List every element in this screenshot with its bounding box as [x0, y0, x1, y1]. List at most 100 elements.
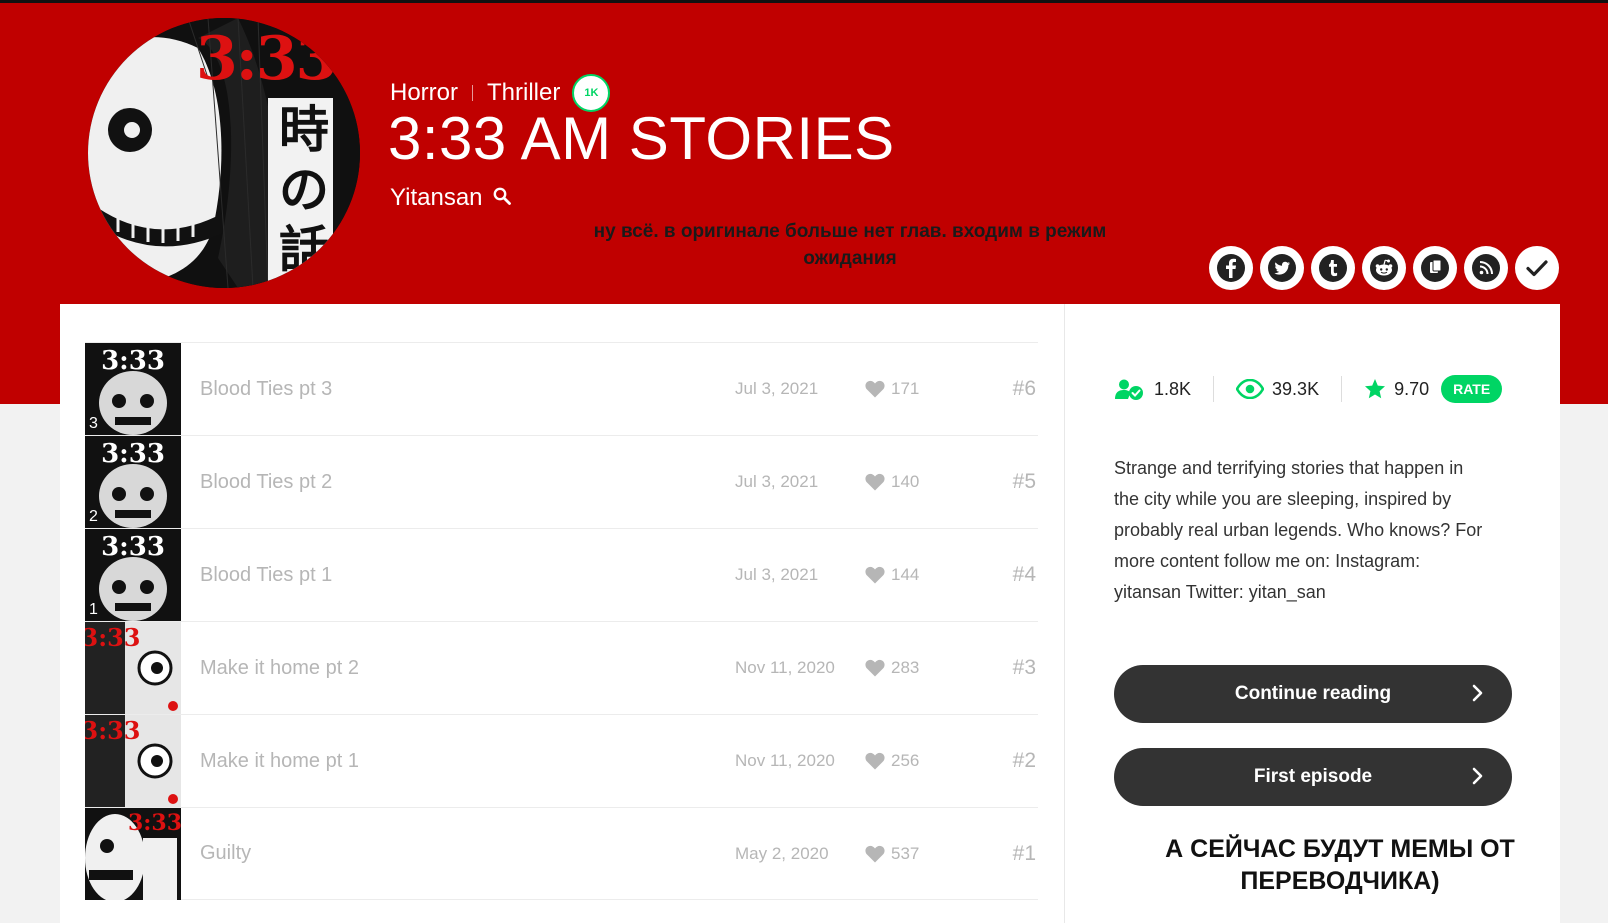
episode-likes: 140 — [865, 472, 919, 492]
cover-kanji-3: 話 — [279, 221, 329, 279]
episode-title: Blood Ties pt 2 — [200, 470, 333, 493]
episode-thumbnail: 3:33 3 — [85, 343, 181, 435]
heart-icon — [865, 473, 885, 491]
copy-icon[interactable] — [1413, 246, 1457, 290]
episode-thumbnail: 3:33 2 — [85, 436, 181, 528]
episode-list: 3:33 3 Blood Ties pt 3 Jul 3, 2021 171 #… — [85, 342, 1038, 900]
panel-divider — [1064, 304, 1065, 923]
cover-kanji-2: の — [279, 161, 329, 219]
genre-thriller-link[interactable]: Thriller — [487, 79, 560, 107]
likes-count: 256 — [891, 751, 920, 770]
eye-icon — [1236, 379, 1265, 399]
genre-divider — [472, 85, 474, 101]
heart-icon — [865, 845, 885, 862]
series-cover: 3:33 時 の 話 — [88, 18, 360, 288]
tumblr-icon[interactable] — [1311, 246, 1355, 290]
episode-number: #3 — [1012, 656, 1036, 679]
rate-button[interactable]: RATE — [1441, 375, 1503, 403]
svg-text:3:33: 3:33 — [128, 810, 181, 836]
episode-likes: 171 — [865, 379, 919, 399]
episode-likes: 537 — [865, 844, 919, 864]
episode-number: #5 — [1012, 470, 1036, 493]
subscribers-icon — [1115, 379, 1143, 400]
first-episode-label: First episode — [1253, 766, 1373, 787]
genre-horror-link[interactable]: Horror — [390, 79, 458, 107]
episode-number: #6 — [1012, 377, 1036, 400]
episode-date: Jul 3, 2021 — [735, 565, 819, 584]
series-description: Strange and terrifying stories that happ… — [1114, 458, 1483, 602]
svg-text:3:33: 3:33 — [101, 532, 165, 562]
episode-thumbnail: 3:33 1 — [85, 529, 181, 621]
episode-date: Nov 11, 2020 — [735, 751, 835, 770]
likes-count: 140 — [891, 472, 920, 491]
subscribers-count: 1.8K — [1154, 378, 1192, 399]
continue-reading-label: Continue reading — [1234, 683, 1392, 704]
author-name: Yitansan — [390, 184, 483, 211]
episode-title: Make it home pt 2 — [200, 656, 359, 679]
episode-number: #2 — [1012, 749, 1036, 772]
heart-icon — [865, 380, 885, 398]
author-link[interactable]: Yitansan — [390, 184, 511, 212]
series-title: 3:33 AM STORIES — [388, 105, 895, 172]
likes-count: 171 — [891, 379, 920, 398]
cover-kanji-1: 時 — [279, 101, 329, 159]
svg-text:3:33: 3:33 — [101, 346, 165, 376]
episode-row[interactable]: 3:33 Make it home pt 1 Nov 11, 2020 256 … — [85, 714, 1038, 807]
episode-date: Nov 11, 2020 — [735, 658, 835, 677]
continue-reading-button[interactable]: Continue reading — [1114, 665, 1512, 723]
facebook-icon[interactable] — [1209, 246, 1253, 290]
episode-title: Make it home pt 1 — [200, 749, 359, 772]
heart-icon — [865, 659, 885, 677]
first-episode-button[interactable]: First episode — [1114, 748, 1512, 806]
cover-number: 3:33 — [196, 24, 337, 94]
likes-count: 144 — [891, 565, 920, 584]
episode-row[interactable]: 3:33 Guilty May 2, 2020 537 #1 — [85, 807, 1038, 900]
subscribers-stat: 1.8K — [1114, 378, 1191, 400]
svg-text:3:33: 3:33 — [85, 623, 140, 652]
episode-number: #1 — [1012, 841, 1036, 865]
twitter-icon[interactable] — [1260, 246, 1304, 290]
episode-number: #4 — [1012, 563, 1036, 586]
episode-date: May 2, 2020 — [735, 843, 829, 863]
cover-kanji: 時 の 話 — [276, 100, 332, 280]
episode-row[interactable]: 3:33 1 Blood Ties pt 1 Jul 3, 2021 144 #… — [85, 528, 1038, 621]
reddit-icon[interactable] — [1362, 246, 1406, 290]
check-icon[interactable] — [1515, 246, 1559, 290]
rating-value: 9.70 — [1394, 378, 1430, 399]
search-icon[interactable] — [493, 184, 511, 212]
svg-text:3:33: 3:33 — [101, 439, 165, 469]
episode-date: Jul 3, 2021 — [735, 379, 819, 398]
share-bar — [1209, 246, 1559, 290]
heart-icon — [865, 752, 885, 770]
series-stats: 1.8K 39.3K 9.70 RATE — [1114, 375, 1503, 403]
views-stat: 39.3K — [1236, 379, 1319, 400]
thumb-part-digit: 2 — [89, 508, 98, 525]
memes-note: А СЕЙЧАС БУДУТ МЕМЫ ОТ ПЕРЕВОДЧИКА) — [1165, 835, 1515, 895]
episode-title: Guilty — [200, 842, 252, 864]
views-count: 39.3K — [1272, 378, 1320, 399]
episode-row[interactable]: 3:33 3 Blood Ties pt 3 Jul 3, 2021 171 #… — [85, 342, 1038, 435]
episode-thumbnail: 3:33 — [85, 622, 181, 714]
star-icon — [1365, 379, 1386, 399]
thumb-part-digit: 1 — [89, 601, 98, 618]
episode-likes: 144 — [865, 565, 919, 585]
thumb-part-digit: 3 — [89, 415, 98, 432]
episode-likes: 283 — [865, 658, 919, 678]
rss-icon[interactable] — [1464, 246, 1508, 290]
likes-count: 537 — [891, 843, 920, 863]
likes-count: 283 — [891, 658, 920, 677]
episode-title: Blood Ties pt 3 — [200, 377, 333, 400]
episode-title: Blood Ties pt 1 — [200, 563, 333, 586]
episode-likes: 256 — [865, 751, 919, 771]
rating-stat: 9.70 — [1364, 378, 1429, 400]
episode-date: Jul 3, 2021 — [735, 472, 819, 491]
svg-text:3:33: 3:33 — [85, 716, 140, 745]
episode-row[interactable]: 3:33 2 Blood Ties pt 2 Jul 3, 2021 140 #… — [85, 435, 1038, 528]
episode-thumbnail: 3:33 — [85, 715, 181, 807]
stat-divider — [1213, 376, 1215, 402]
episode-row[interactable]: 3:33 Make it home pt 2 Nov 11, 2020 283 … — [85, 621, 1038, 714]
stat-divider — [1341, 376, 1343, 402]
chevron-right-icon — [1472, 767, 1483, 785]
translator-note: ну всё. в оригинале больше нет глав. вхо… — [593, 221, 1107, 269]
episode-thumbnail: 3:33 — [85, 807, 181, 900]
